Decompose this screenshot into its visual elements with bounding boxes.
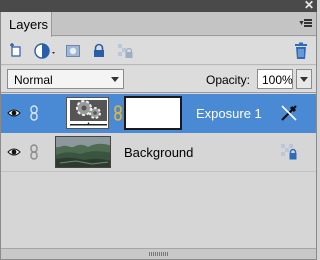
mask-link-icon[interactable] — [113, 105, 123, 121]
resize-grip-icon[interactable] — [149, 252, 169, 256]
layer-controls: Normal Opacity: 100% — [1, 66, 316, 93]
locked-layer-icon[interactable] — [280, 143, 298, 161]
trash-icon[interactable] — [291, 41, 311, 61]
chevron-down-icon — [300, 77, 308, 82]
layer-mask-icon[interactable] — [63, 41, 83, 61]
layer-name[interactable]: Background — [124, 145, 193, 160]
layers-toolbar — [1, 37, 316, 65]
panel-resize-bar — [1, 248, 316, 259]
layer-name[interactable]: Exposure 1 — [196, 106, 262, 121]
layer-mask-thumbnail[interactable] — [124, 96, 182, 130]
layers-list: Exposure 1 Background — [1, 94, 316, 248]
opacity-input[interactable]: 100% — [257, 69, 293, 89]
lock-icon[interactable] — [89, 41, 109, 61]
background-layer-thumbnail — [55, 136, 111, 168]
opacity-dropdown-button[interactable] — [296, 69, 312, 89]
new-layer-icon[interactable] — [7, 41, 27, 61]
adjustment-edit-icon[interactable] — [280, 104, 298, 122]
blend-mode-value: Normal — [14, 73, 53, 87]
visibility-eye-icon[interactable] — [7, 107, 21, 119]
adjustment-layer-thumbnail — [66, 97, 109, 129]
layers-panel: Layers ▼ Normal Opacity: 100% Exposure 1… — [0, 12, 317, 260]
tab-bar: Layers ▼ — [1, 12, 316, 37]
chevron-down-icon — [111, 77, 119, 82]
panel-menu-icon[interactable]: ▼ — [298, 18, 312, 28]
close-icon[interactable]: ✕ — [304, 0, 314, 11]
layer-row-background[interactable]: Background — [1, 133, 316, 172]
opacity-label: Opacity: — [206, 73, 251, 87]
layer-link-icon[interactable] — [29, 105, 39, 121]
adjustment-layer-icon[interactable] — [33, 41, 59, 61]
tab-layers[interactable]: Layers — [1, 12, 52, 37]
panel-titlebar: ✕ — [0, 0, 317, 12]
layer-row-exposure[interactable]: Exposure 1 — [1, 94, 316, 133]
blend-mode-select[interactable]: Normal — [7, 69, 124, 89]
layer-link-icon[interactable] — [29, 144, 39, 160]
visibility-eye-icon[interactable] — [7, 146, 21, 158]
lock-transparent-icon[interactable] — [115, 41, 135, 61]
